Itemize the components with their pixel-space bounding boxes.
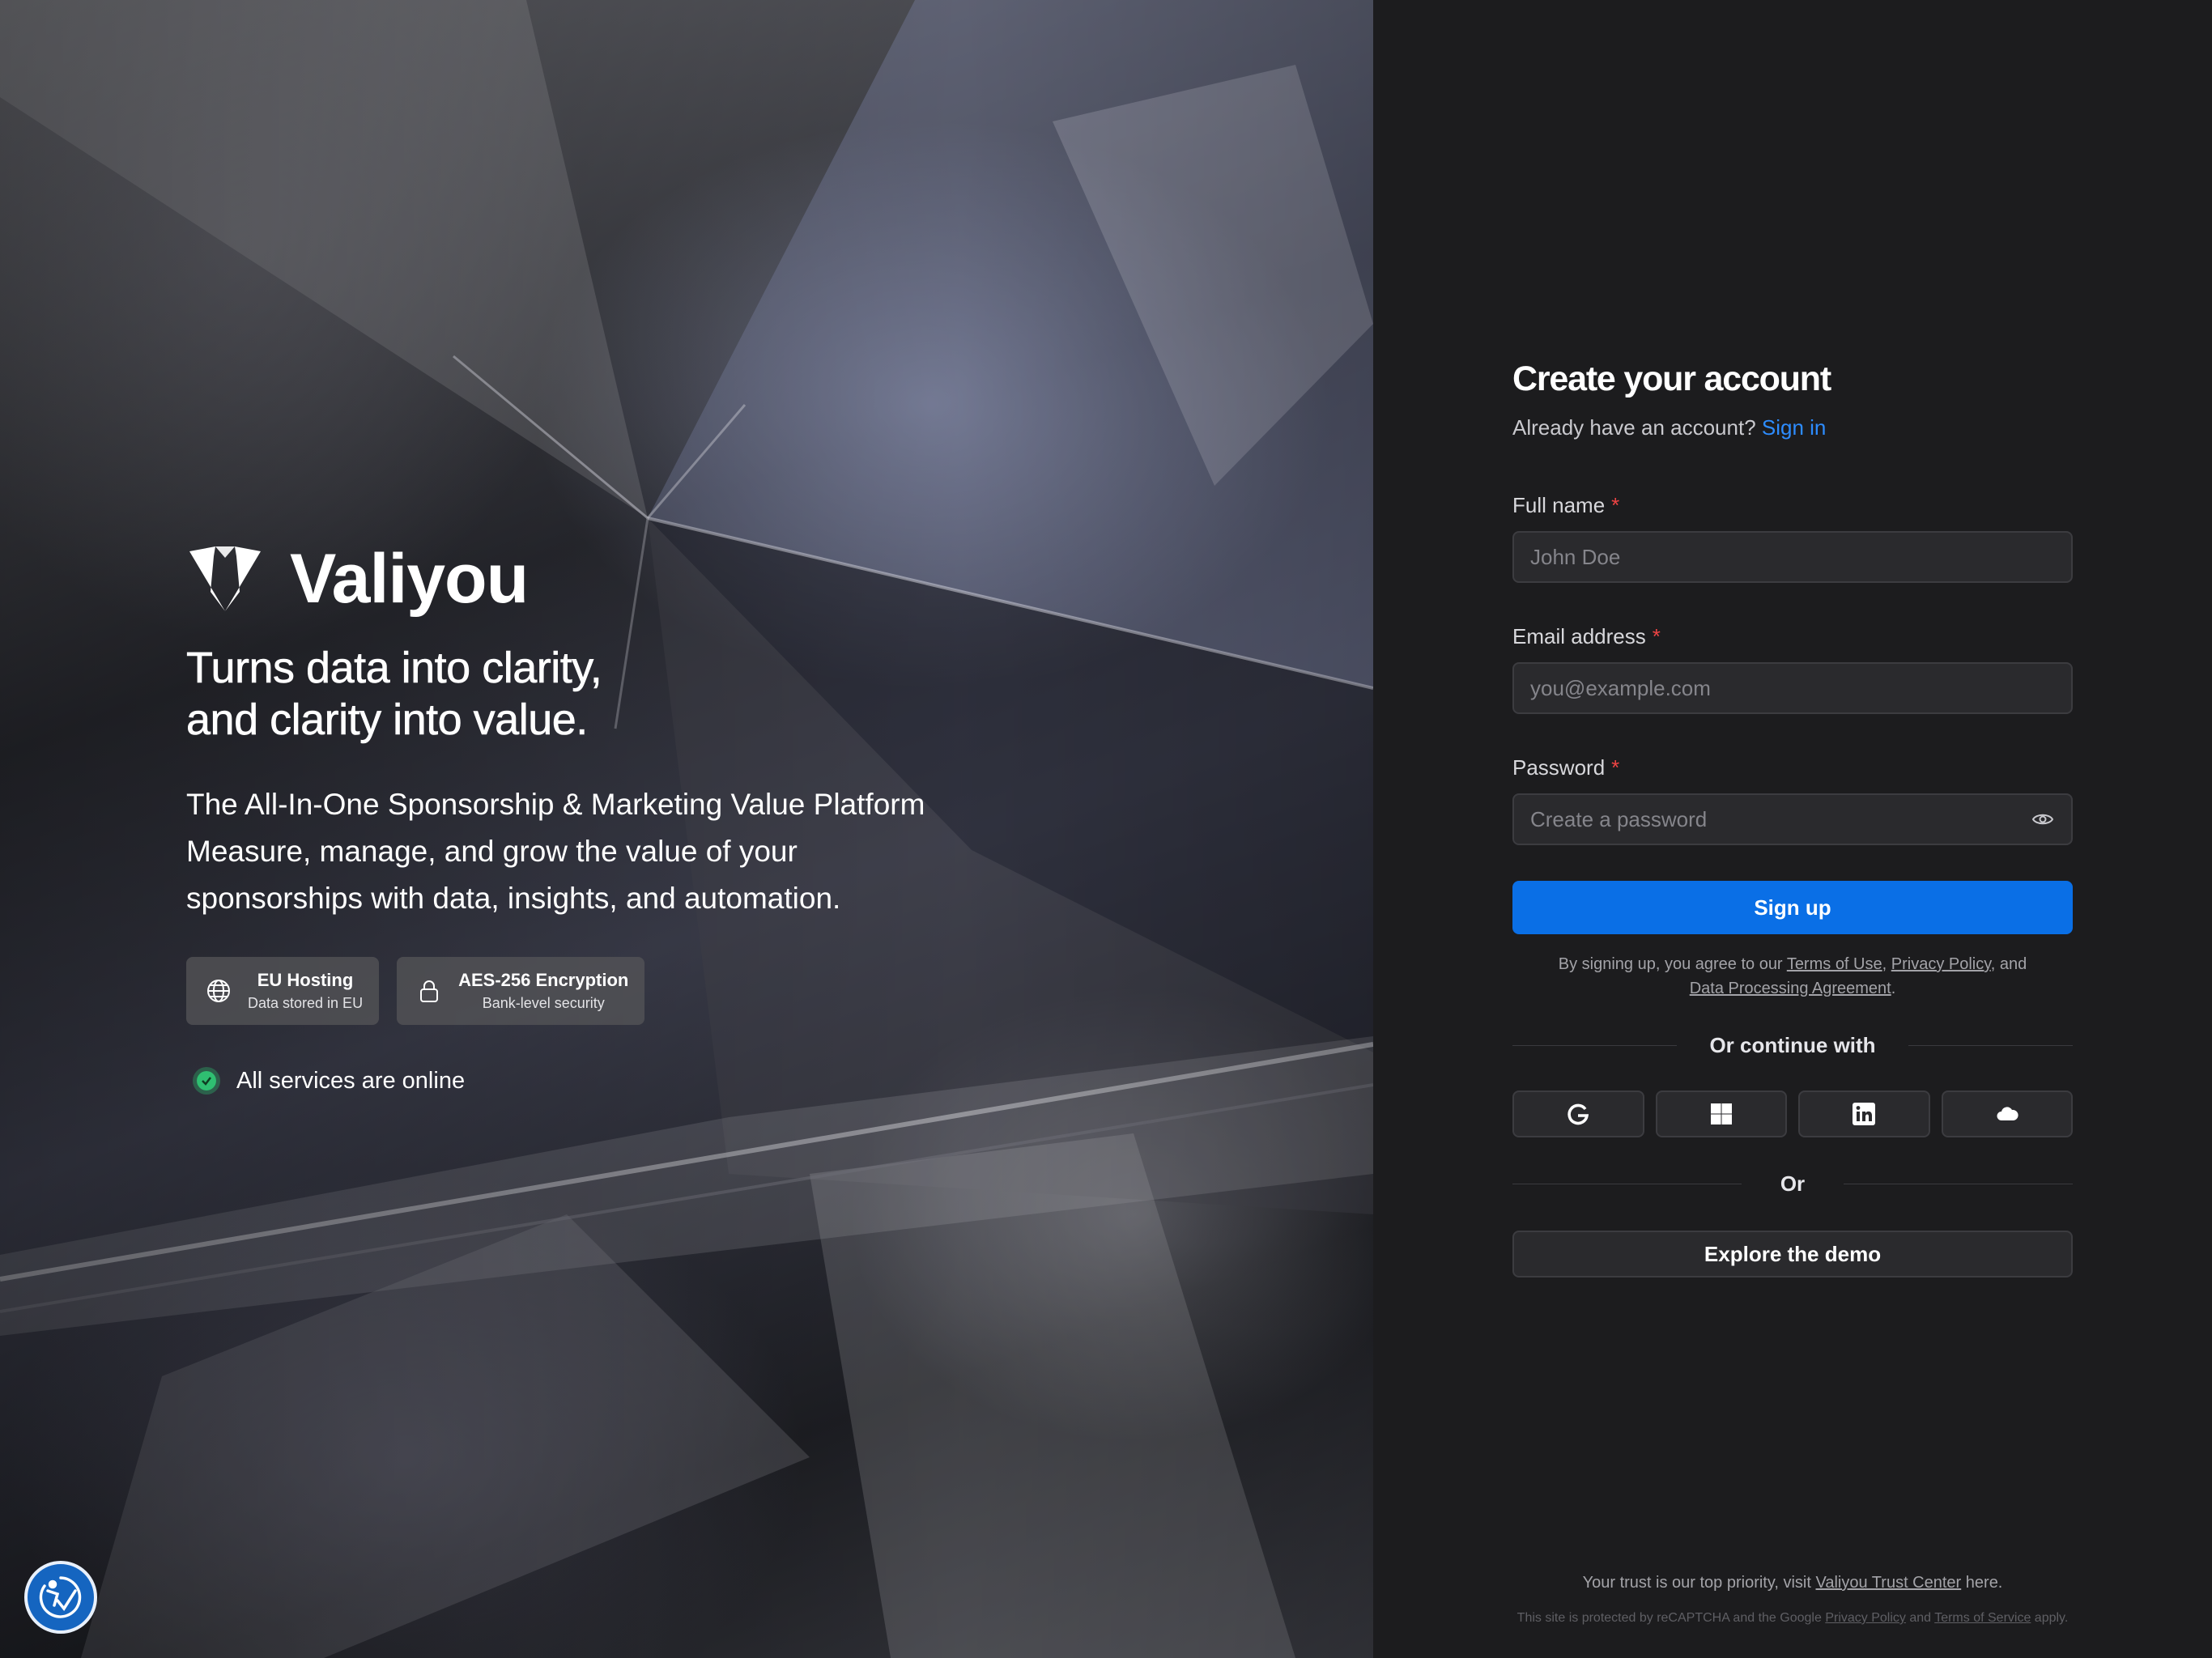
hero-panel: Valiyou Turns data into clarity, and cla… (0, 0, 1373, 1658)
windows-icon (1710, 1103, 1732, 1124)
field-label-text: Email address (1512, 624, 1646, 648)
password-field: Password * (1512, 753, 2073, 845)
signup-panel: Create your account Already have an acco… (1373, 0, 2212, 1658)
check-circle-icon (193, 1067, 220, 1095)
description-line: sponsorships with data, insights, and au… (186, 882, 841, 915)
signup-button[interactable]: Sign up (1512, 881, 2073, 934)
trust-prefix: Your trust is our top priority, visit (1582, 1574, 1811, 1592)
badge-subtitle: Data stored in EU (248, 995, 364, 1011)
signin-link[interactable]: Sign in (1762, 415, 1827, 440)
terms-of-use-link[interactable]: Terms of Use (1787, 955, 1882, 973)
continue-with-label: Or continue with (1709, 1033, 1876, 1057)
microsoft-login-button[interactable] (1655, 1090, 1787, 1137)
hero-description: The All-In-One Sponsorship & Marketing V… (186, 781, 996, 922)
legal-period: . (1891, 980, 1896, 997)
email-input[interactable] (1530, 675, 2055, 701)
badge-subtitle: Bank-level security (482, 995, 605, 1011)
full-name-field: Full name * (1512, 491, 2073, 583)
continue-with-divider: Or continue with (1512, 1033, 2074, 1058)
recaptcha-suffix: apply. (2034, 1611, 2069, 1625)
signin-prompt-text: Already have an account? (1512, 415, 1756, 440)
google-login-button[interactable] (1512, 1090, 1644, 1137)
recaptcha-and: and (1909, 1611, 1932, 1625)
google-privacy-policy-link[interactable]: Privacy Policy (1825, 1611, 1906, 1625)
description-line: The All-In-One Sponsorship & Marketing V… (186, 788, 925, 821)
password-input[interactable] (1530, 806, 2031, 832)
google-icon (1568, 1103, 1589, 1125)
social-login-buttons (1512, 1090, 2073, 1137)
field-label-text: Full name (1512, 493, 1606, 517)
required-mark: * (1652, 624, 1661, 648)
legal-and: , and (1990, 955, 2027, 973)
accessibility-button[interactable] (24, 1561, 97, 1634)
trust-suffix: here. (1965, 1574, 2003, 1592)
cloud-login-button[interactable] (1941, 1090, 2073, 1137)
or-divider: Or (1512, 1171, 2073, 1197)
status-text: All services are online (236, 1067, 466, 1094)
google-terms-of-service-link[interactable]: Terms of Service (1934, 1611, 2031, 1625)
divider-line (1908, 1045, 2074, 1046)
badge-encryption: AES-256 Encryption Bank-level security (397, 957, 645, 1025)
explore-demo-button[interactable]: Explore the demo (1512, 1231, 2073, 1278)
hero-tagline: Turns data into clarity, and clarity int… (186, 642, 915, 746)
valiyou-gem-logo (189, 546, 261, 611)
legal-prefix: By signing up, you agree to our (1558, 955, 1783, 973)
linkedin-login-button[interactable] (1798, 1090, 1930, 1137)
lock-icon (420, 980, 439, 1002)
or-label: Or (1780, 1171, 1806, 1196)
recaptcha-prefix: This site is protected by reCAPTCHA and … (1516, 1611, 1822, 1625)
show-password-eye-icon[interactable] (2031, 807, 2055, 831)
divider-line (1512, 1045, 1678, 1046)
legal-comma: , (1882, 955, 1887, 973)
tagline-line: Turns data into clarity, (186, 644, 602, 693)
email-input-wrapper (1512, 662, 2073, 714)
badge-title: EU Hosting (257, 970, 354, 990)
trust-center-notice: Your trust is our top priority, visit Va… (1373, 1574, 2212, 1592)
linkedin-icon (1853, 1103, 1876, 1125)
cloud-icon (1997, 1107, 2018, 1120)
password-label: Password * (1512, 753, 2073, 782)
legal-notice: By signing up, you agree to our Terms of… (1512, 952, 2073, 1001)
trust-badges: EU Hosting Data stored in EU AES-256 Enc… (186, 957, 645, 1025)
signup-form: Create your account Already have an acco… (1512, 356, 2074, 1278)
required-mark: * (1611, 755, 1620, 780)
form-title: Create your account (1512, 359, 1831, 398)
brand-name: Valiyou (290, 540, 529, 618)
badge-eu-hosting: EU Hosting Data stored in EU (186, 957, 380, 1025)
service-status[interactable]: All services are online (193, 1067, 465, 1095)
password-input-wrapper (1512, 793, 2073, 845)
required-mark: * (1611, 493, 1620, 517)
full-name-label: Full name * (1512, 491, 2073, 520)
trust-center-link[interactable]: Valiyou Trust Center (1816, 1574, 1962, 1592)
accessibility-icon (39, 1576, 82, 1618)
field-label-text: Password (1512, 755, 1606, 780)
privacy-policy-link[interactable]: Privacy Policy (1891, 955, 1991, 973)
signin-prompt: Already have an account? Sign in (1512, 413, 2073, 442)
description-line: Measure, manage, and grow the value of y… (186, 835, 798, 868)
data-processing-agreement-link[interactable]: Data Processing Agreement (1690, 980, 1891, 997)
badge-title: AES-256 Encryption (458, 970, 629, 990)
brand: Valiyou (186, 540, 529, 618)
email-field: Email address * (1512, 622, 2073, 714)
recaptcha-notice: This site is protected by reCAPTCHA and … (1373, 1611, 2212, 1626)
email-label: Email address * (1512, 622, 2073, 651)
full-name-input[interactable] (1530, 544, 2055, 570)
tagline-line: and clarity into value. (186, 695, 589, 745)
globe-icon (207, 980, 230, 1002)
full-name-input-wrapper (1512, 531, 2073, 583)
